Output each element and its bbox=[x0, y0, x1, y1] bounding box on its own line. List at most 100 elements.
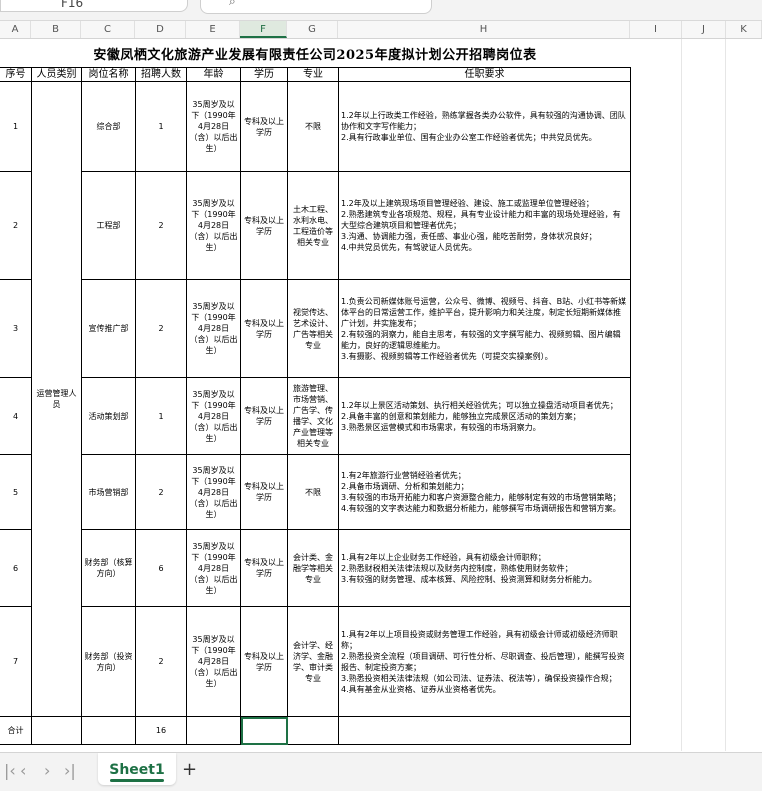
formula-bar-area: F16 ⌕ bbox=[0, 0, 762, 21]
empty-cell[interactable] bbox=[81, 716, 136, 745]
sheet-tab-bar: |‹ ‹ › ›| Sheet1 + bbox=[0, 752, 762, 791]
add-sheet-icon[interactable]: + bbox=[182, 759, 197, 780]
recruitment-table: 序号 人员类别 岗位名称 招聘人数 年龄 学历 专业 任职要求 1 运营管理人员… bbox=[0, 67, 631, 745]
total-label-cell[interactable]: 合计 bbox=[0, 716, 32, 745]
header-age[interactable]: 年龄 bbox=[186, 67, 241, 82]
position-cell[interactable]: 财务部（投资方向） bbox=[81, 606, 136, 717]
scroll-last-icon[interactable]: ›| bbox=[64, 761, 76, 780]
position-cell[interactable]: 财务部（核算方向） bbox=[81, 529, 136, 607]
position-cell[interactable]: 工程部 bbox=[81, 171, 136, 280]
column-header-b[interactable]: B bbox=[31, 21, 81, 38]
category-cell[interactable]: 运营管理人员 bbox=[31, 81, 82, 717]
empty-cell[interactable] bbox=[338, 716, 631, 745]
count-cell[interactable]: 2 bbox=[135, 171, 187, 280]
search-box[interactable]: ⌕ bbox=[200, 0, 432, 14]
header-position[interactable]: 岗位名称 bbox=[81, 67, 136, 82]
search-icon: ⌕ bbox=[229, 0, 236, 8]
edu-cell[interactable]: 专科及以上学历 bbox=[240, 377, 288, 455]
column-header-i[interactable]: I bbox=[630, 21, 682, 38]
column-header-g[interactable]: G bbox=[287, 21, 338, 38]
header-edu[interactable]: 学历 bbox=[240, 67, 288, 82]
sheet-title: 安徽凤栖文化旅游产业发展有限责任公司2025年度拟计划公开招聘岗位表 bbox=[93, 48, 537, 63]
req-cell[interactable]: 1.具有2年以上企业财务工作经验，具有初级会计师职称； 2.熟悉财税相关法律法规… bbox=[338, 529, 631, 607]
age-cell[interactable]: 35周岁及以下（1990年4月28日（含）以后出生） bbox=[186, 81, 241, 172]
edu-cell[interactable]: 专科及以上学历 bbox=[240, 279, 288, 378]
age-cell[interactable]: 35周岁及以下（1990年4月28日（含）以后出生） bbox=[186, 171, 241, 280]
empty-cell[interactable] bbox=[186, 716, 241, 745]
req-cell[interactable]: 1.具有2年以上项目投资或财务管理工作经验，具有初级会计师或初级经济师职称； 2… bbox=[338, 606, 631, 717]
count-cell[interactable]: 2 bbox=[135, 454, 187, 530]
seq-cell[interactable]: 7 bbox=[0, 606, 32, 717]
req-cell[interactable]: 1.负责公司新媒体账号运营，公众号、微博、视频号、抖音、B站、小红书等新媒体平台… bbox=[338, 279, 631, 378]
major-cell[interactable]: 不限 bbox=[287, 454, 339, 530]
table-row: 6 财务部（核算方向） 6 35周岁及以下（1990年4月28日（含）以后出生）… bbox=[0, 529, 631, 607]
empty-cell[interactable] bbox=[287, 716, 339, 745]
req-cell[interactable]: 1.2年及以上建筑现场项目管理经验、建设、施工或监理单位管理经验； 2.熟悉建筑… bbox=[338, 171, 631, 280]
selected-cell[interactable] bbox=[240, 716, 288, 745]
total-count-cell[interactable]: 16 bbox=[135, 716, 187, 745]
edu-cell[interactable]: 专科及以上学历 bbox=[240, 171, 288, 280]
seq-cell[interactable]: 1 bbox=[0, 81, 32, 172]
column-headers: A B C D E F G H I J K bbox=[0, 21, 762, 39]
edu-cell[interactable]: 专科及以上学历 bbox=[240, 454, 288, 530]
count-cell[interactable]: 1 bbox=[135, 81, 187, 172]
table-row: 7 财务部（投资方向） 2 35周岁及以下（1990年4月28日（含）以后出生）… bbox=[0, 606, 631, 717]
age-cell[interactable]: 35周岁及以下（1990年4月28日（含）以后出生） bbox=[186, 454, 241, 530]
header-row: 序号 人员类别 岗位名称 招聘人数 年龄 学历 专业 任职要求 bbox=[0, 67, 631, 82]
count-cell[interactable]: 2 bbox=[135, 279, 187, 378]
position-cell[interactable]: 宣传推广部 bbox=[81, 279, 136, 378]
header-count[interactable]: 招聘人数 bbox=[135, 67, 187, 82]
table-row: 4 活动策划部 1 35周岁及以下（1990年4月28日（含）以后出生） 专科及… bbox=[0, 377, 631, 455]
count-cell[interactable]: 2 bbox=[135, 606, 187, 717]
column-header-a[interactable]: A bbox=[0, 21, 31, 38]
seq-cell[interactable]: 4 bbox=[0, 377, 32, 455]
position-cell[interactable]: 综合部 bbox=[81, 81, 136, 172]
header-major[interactable]: 专业 bbox=[287, 67, 339, 82]
edu-cell[interactable]: 专科及以上学历 bbox=[240, 606, 288, 717]
scroll-next-icon[interactable]: › bbox=[44, 761, 50, 780]
header-category[interactable]: 人员类别 bbox=[31, 67, 82, 82]
seq-cell[interactable]: 2 bbox=[0, 171, 32, 280]
edu-cell[interactable]: 专科及以上学历 bbox=[240, 81, 288, 172]
major-cell[interactable]: 视觉传达、艺术设计、广告等相关专业 bbox=[287, 279, 339, 378]
column-header-f[interactable]: F bbox=[240, 21, 287, 38]
position-cell[interactable]: 活动策划部 bbox=[81, 377, 136, 455]
major-cell[interactable]: 会计学、经济学、金融学、审计类专业 bbox=[287, 606, 339, 717]
age-cell[interactable]: 35周岁及以下（1990年4月28日（含）以后出生） bbox=[186, 377, 241, 455]
major-cell[interactable]: 不限 bbox=[287, 81, 339, 172]
column-header-h[interactable]: H bbox=[338, 21, 630, 38]
total-row: 合计 16 bbox=[0, 716, 631, 745]
table-row: 1 运营管理人员 综合部 1 35周岁及以下（1990年4月28日（含）以后出生… bbox=[0, 81, 631, 717]
column-header-c[interactable]: C bbox=[81, 21, 135, 38]
column-header-k[interactable]: K bbox=[726, 21, 762, 38]
column-header-e[interactable]: E bbox=[186, 21, 240, 38]
position-cell[interactable]: 市场营销部 bbox=[81, 454, 136, 530]
seq-cell[interactable]: 6 bbox=[0, 529, 32, 607]
tab-sheet1[interactable]: Sheet1 bbox=[98, 753, 176, 785]
seq-cell[interactable]: 3 bbox=[0, 279, 32, 378]
major-cell[interactable]: 土木工程、水利水电、工程造价等相关专业 bbox=[287, 171, 339, 280]
major-cell[interactable]: 会计类、金融学等相关专业 bbox=[287, 529, 339, 607]
count-cell[interactable]: 1 bbox=[135, 377, 187, 455]
age-cell[interactable]: 35周岁及以下（1990年4月28日（含）以后出生） bbox=[186, 279, 241, 378]
req-cell[interactable]: 1.2年以上行政类工作经验，熟练掌握各类办公软件，具有较强的沟通协调、团队协作和… bbox=[338, 81, 631, 172]
scroll-prev-icon[interactable]: ‹ bbox=[20, 761, 26, 780]
table-row: 5 市场营销部 2 35周岁及以下（1990年4月28日（含）以后出生） 专科及… bbox=[0, 454, 631, 530]
age-cell[interactable]: 35周岁及以下（1990年4月28日（含）以后出生） bbox=[186, 606, 241, 717]
edu-cell[interactable]: 专科及以上学历 bbox=[240, 529, 288, 607]
empty-cell[interactable] bbox=[31, 716, 82, 745]
name-box[interactable]: F16 bbox=[0, 0, 188, 12]
column-header-d[interactable]: D bbox=[135, 21, 186, 38]
table-row: 2 工程部 2 35周岁及以下（1990年4月28日（含）以后出生） 专科及以上… bbox=[0, 171, 631, 280]
req-cell[interactable]: 1.2年以上景区活动策划、执行相关经验优先；可以独立操盘活动项目者优先； 2.具… bbox=[338, 377, 631, 455]
age-cell[interactable]: 35周岁及以下（1990年4月28日（含）以后出生） bbox=[186, 529, 241, 607]
seq-cell[interactable]: 5 bbox=[0, 454, 32, 530]
count-cell[interactable]: 6 bbox=[135, 529, 187, 607]
scroll-first-icon[interactable]: |‹ bbox=[4, 761, 16, 780]
table-row: 3 宣传推广部 2 35周岁及以下（1990年4月28日（含）以后出生） 专科及… bbox=[0, 279, 631, 378]
major-cell[interactable]: 旅游管理、市场营销、广告学、传播学、文化产业管理等相关专业 bbox=[287, 377, 339, 455]
header-req[interactable]: 任职要求 bbox=[338, 67, 631, 82]
req-cell[interactable]: 1.有2年旅游行业营销经验者优先； 2.具备市场调研、分析和策划能力； 3.有较… bbox=[338, 454, 631, 530]
header-seq[interactable]: 序号 bbox=[0, 67, 32, 82]
column-header-j[interactable]: J bbox=[682, 21, 726, 38]
